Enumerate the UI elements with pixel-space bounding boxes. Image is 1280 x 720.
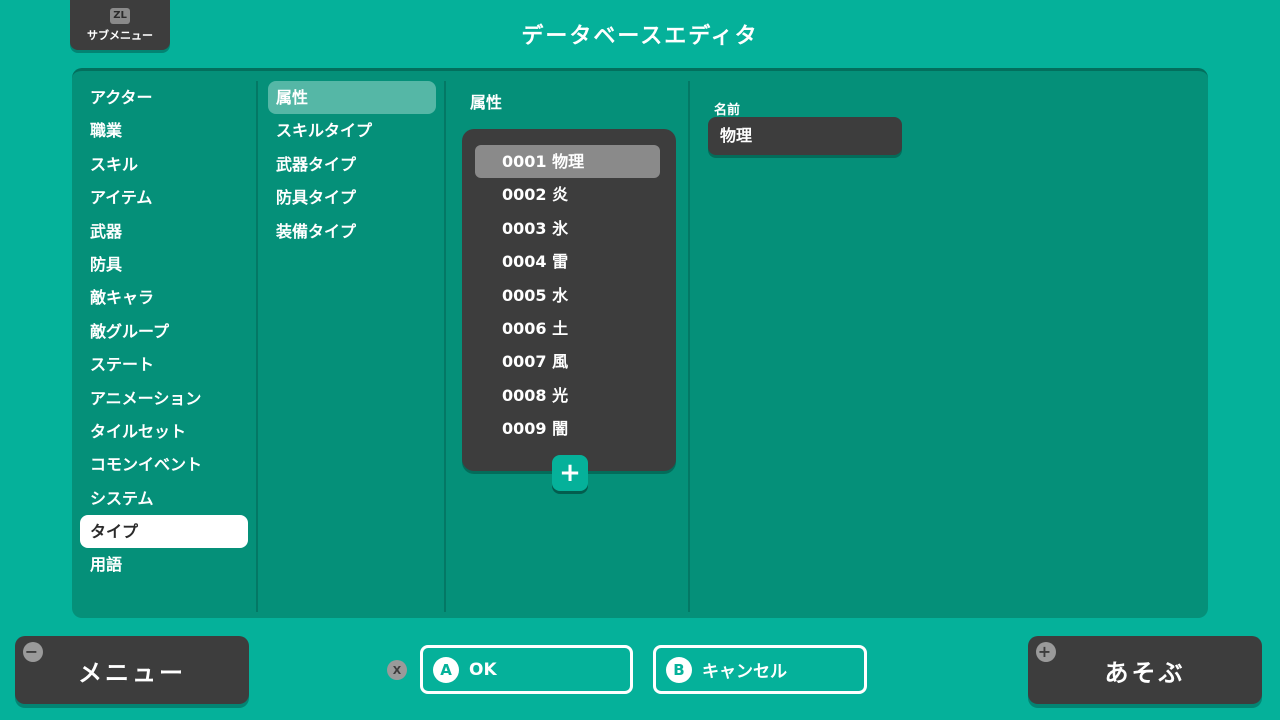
plus-icon: + [1036, 642, 1056, 662]
play-button-label: あそぶ [1104, 658, 1186, 687]
subcategory-item-element[interactable]: 属性 [268, 81, 436, 115]
type-list-item[interactable]: 0001 物理 [475, 145, 660, 179]
category-item-type[interactable]: タイプ [80, 515, 248, 549]
menu-button[interactable]: − メニュー [15, 636, 249, 704]
category-item-state[interactable]: ステート [80, 348, 248, 381]
category-list: アクター 職業 スキル アイテム 武器 防具 敵キャラ 敵グループ ステート ア… [80, 81, 256, 582]
menu-button-label: メニュー [78, 658, 186, 687]
a-button-icon: A [433, 656, 459, 683]
cancel-button[interactable]: B キャンセル [653, 645, 867, 694]
subcategory-item-skill-type[interactable]: スキルタイプ [268, 114, 436, 147]
type-list-item[interactable]: 0009 闇 [475, 412, 660, 445]
category-column: アクター 職業 スキル アイテム 武器 防具 敵キャラ 敵グループ ステート ア… [80, 81, 258, 612]
subcategory-column: 属性 スキルタイプ 武器タイプ 防具タイプ 装備タイプ [258, 81, 446, 612]
play-button[interactable]: + あそぶ [1028, 636, 1262, 704]
type-list-item[interactable]: 0004 雷 [475, 245, 660, 278]
x-button-icon: X [387, 660, 407, 680]
category-item-troop[interactable]: 敵グループ [80, 315, 248, 348]
category-item-enemy[interactable]: 敵キャラ [80, 281, 248, 314]
b-button-icon: B [666, 656, 692, 683]
type-list-item[interactable]: 0002 炎 [475, 178, 660, 211]
name-field[interactable]: 物理 [708, 117, 902, 155]
type-list-title: 属性 [470, 93, 503, 112]
type-list-item[interactable]: 0006 土 [475, 312, 660, 345]
category-item-animation[interactable]: アニメーション [80, 382, 248, 415]
category-item-common-event[interactable]: コモンイベント [80, 448, 248, 481]
type-list-item[interactable]: 0003 氷 [475, 212, 660, 245]
category-item-item[interactable]: アイテム [80, 181, 248, 214]
category-item-skill[interactable]: スキル [80, 148, 248, 181]
detail-column: 名前 物理 [690, 81, 1208, 612]
subcategory-item-weapon-type[interactable]: 武器タイプ [268, 148, 436, 181]
page-title: データベースエディタ [521, 24, 759, 49]
category-item-tileset[interactable]: タイルセット [80, 415, 248, 448]
name-label: 名前 [714, 103, 741, 118]
category-item-weapon[interactable]: 武器 [80, 215, 248, 248]
type-list-item[interactable]: 0007 風 [475, 345, 660, 378]
type-list-column: 属性 0001 物理 0002 炎 0003 氷 0004 雷 0005 水 0… [446, 81, 690, 612]
category-item-armor[interactable]: 防具 [80, 248, 248, 281]
type-list-item[interactable]: 0008 光 [475, 379, 660, 412]
subcategory-item-equip-type[interactable]: 装備タイプ [268, 215, 436, 248]
add-type-button[interactable]: + [552, 455, 588, 491]
category-item-class[interactable]: 職業 [80, 114, 248, 147]
category-item-terms[interactable]: 用語 [80, 548, 248, 581]
minus-icon: − [23, 642, 43, 662]
type-list-item[interactable]: 0005 水 [475, 279, 660, 312]
subcategory-item-armor-type[interactable]: 防具タイプ [268, 181, 436, 214]
ok-button[interactable]: A OK [420, 645, 633, 694]
type-list: 0001 物理 0002 炎 0003 氷 0004 雷 0005 水 0006… [462, 129, 676, 471]
category-item-actor[interactable]: アクター [80, 81, 248, 114]
database-editor-panel: アクター 職業 スキル アイテム 武器 防具 敵キャラ 敵グループ ステート ア… [72, 68, 1208, 618]
category-item-system[interactable]: システム [80, 482, 248, 515]
plus-icon: + [559, 458, 581, 488]
cancel-button-label: キャンセル [702, 662, 787, 682]
ok-button-label: OK [469, 659, 497, 680]
